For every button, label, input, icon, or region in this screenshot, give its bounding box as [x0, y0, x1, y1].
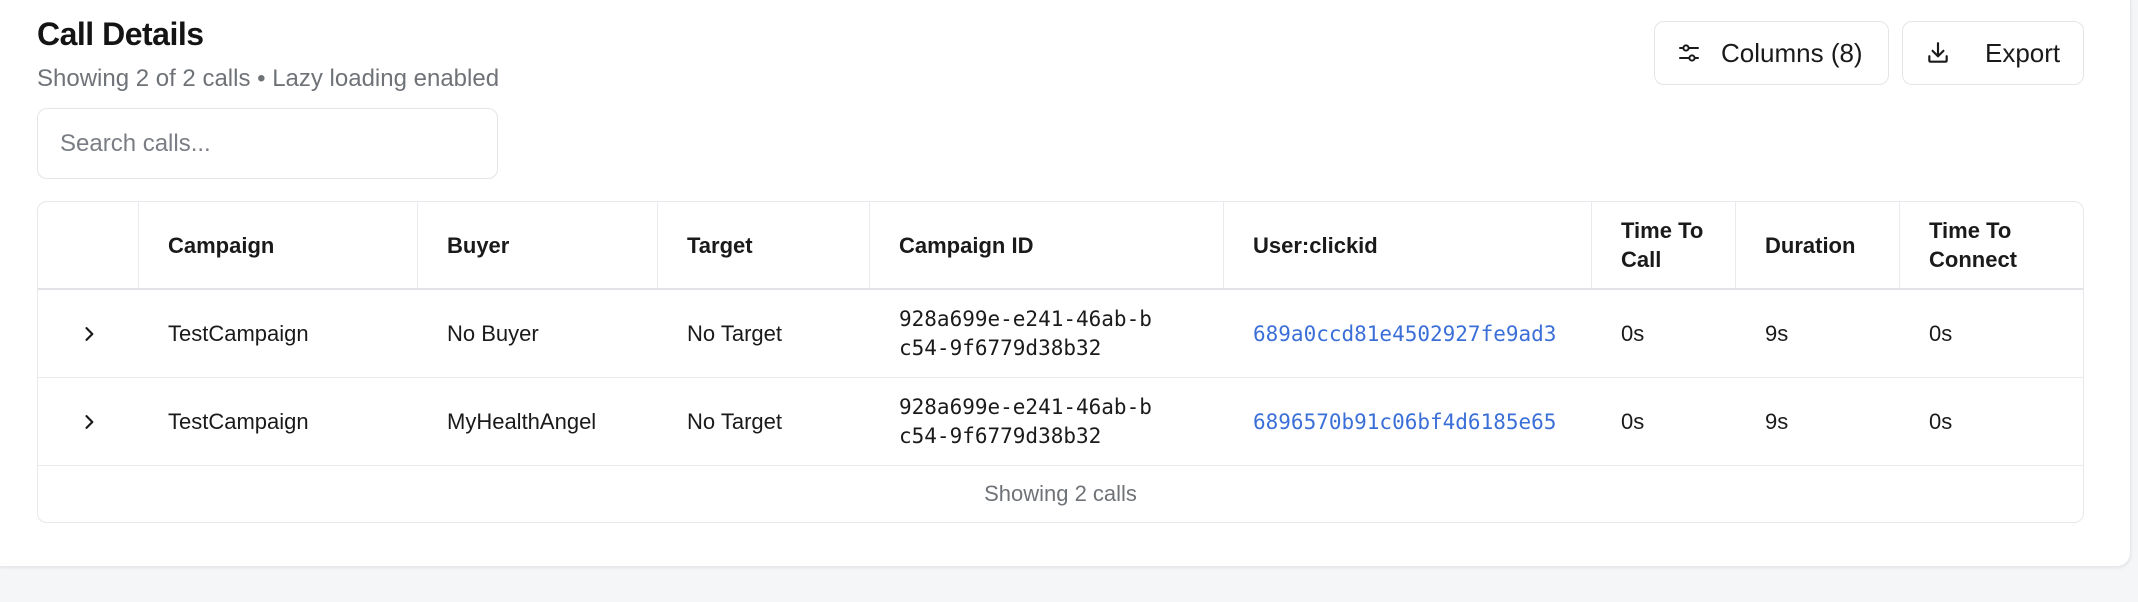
column-header-time-to-call[interactable]: Time To Call — [1592, 202, 1736, 288]
cell-campaign: TestCampaign — [168, 408, 309, 434]
cell-campaign: TestCampaign — [168, 320, 309, 346]
table-row[interactable]: TestCampaign No Buyer No Target 928a699e… — [38, 290, 2083, 378]
cell-target: No Target — [687, 320, 782, 346]
cell-buyer: MyHealthAngel — [447, 408, 597, 434]
expand-column-header — [38, 202, 139, 288]
sliders-icon — [1677, 41, 1701, 65]
cell-time-to-connect: 0s — [1929, 408, 1953, 434]
chevron-right-icon — [79, 324, 99, 344]
table-footer-count: Showing 2 calls — [984, 481, 1137, 506]
campaign-id-text: 928a699e-e241-46ab-bc54-9f6779d38b32 — [899, 394, 1152, 448]
cell-time-to-call: 0s — [1621, 408, 1645, 434]
cell-buyer: No Buyer — [447, 320, 539, 346]
cell-time-to-call: 0s — [1621, 320, 1645, 346]
column-header-duration[interactable]: Duration — [1736, 202, 1900, 288]
column-header-campaign-id[interactable]: Campaign ID — [870, 202, 1224, 288]
cell-duration: 9s — [1765, 408, 1789, 434]
campaign-id-text: 928a699e-e241-46ab-bc54-9f6779d38b32 — [899, 306, 1152, 360]
columns-button-label: Columns (8) — [1721, 37, 1863, 68]
page-subtitle: Showing 2 of 2 calls • Lazy loading enab… — [37, 65, 500, 92]
columns-button[interactable]: Columns (8) — [1654, 21, 1889, 85]
column-header-buyer[interactable]: Buyer — [418, 202, 658, 288]
clickid-link[interactable]: 689a0ccd81e4502927fe9ad3 — [1253, 322, 1556, 346]
clickid-link[interactable]: 6896570b91c06bf4d6185e65 — [1253, 410, 1556, 434]
chevron-right-icon — [79, 412, 99, 432]
call-details-card: Call Details Showing 2 of 2 calls • Lazy… — [0, 0, 2131, 567]
column-header-campaign[interactable]: Campaign — [139, 202, 418, 288]
column-header-target[interactable]: Target — [658, 202, 870, 288]
page-title: Call Details — [37, 16, 204, 52]
table-row[interactable]: TestCampaign MyHealthAngel No Target 928… — [38, 378, 2083, 466]
export-button[interactable]: Export — [1902, 21, 2084, 85]
search-input[interactable] — [37, 108, 498, 179]
cell-target: No Target — [687, 408, 782, 434]
cell-campaign-id: 928a699e-e241-46ab-bc54-9f6779d38b32 — [870, 290, 1224, 377]
table-header-row: Campaign Buyer Target Campaign ID User:c… — [38, 202, 2083, 290]
calls-table: Campaign Buyer Target Campaign ID User:c… — [37, 201, 2084, 523]
column-header-user-clickid[interactable]: User:clickid — [1224, 202, 1592, 288]
expand-row-button[interactable] — [38, 290, 139, 377]
cell-duration: 9s — [1765, 320, 1789, 346]
expand-row-button[interactable] — [38, 378, 139, 465]
cell-clickid: 6896570b91c06bf4d6185e65 — [1224, 378, 1592, 465]
cell-campaign-id: 928a699e-e241-46ab-bc54-9f6779d38b32 — [870, 378, 1224, 465]
column-header-time-to-connect[interactable]: Time To Connect — [1900, 202, 2083, 288]
download-icon — [1925, 40, 1951, 66]
export-button-label: Export — [1985, 37, 2061, 68]
cell-time-to-connect: 0s — [1929, 320, 1953, 346]
cell-clickid: 689a0ccd81e4502927fe9ad3 — [1224, 290, 1592, 377]
